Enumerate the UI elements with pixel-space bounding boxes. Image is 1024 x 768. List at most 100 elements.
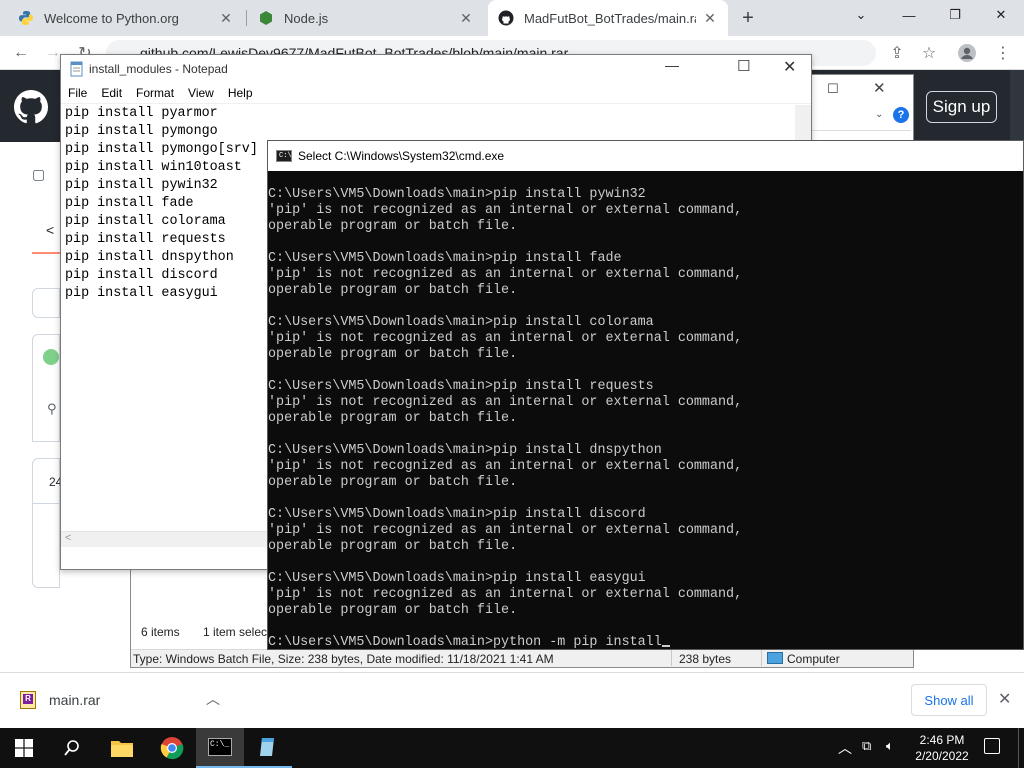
search-button[interactable] [48,728,96,768]
cmd-taskbar-icon[interactable]: C:\_ [196,728,244,768]
ribbon-expand-icon[interactable]: ⌄ [875,109,883,120]
selected-count: 1 item select [203,625,271,639]
status-divider [761,648,762,666]
text-line: pip install pymongo [65,124,218,139]
prompt: C:\Users\VM5\Downloads\main> [268,379,493,394]
explorer-status-bar: Type: Windows Batch File, Size: 238 byte… [131,648,913,667]
network-icon[interactable]: ⧉ [862,738,871,754]
volume-icon[interactable]: 🔈︎ [886,738,894,754]
tab-title: MadFutBot_BotTrades/main.rar a [524,10,696,26]
tab-search-icon[interactable]: ⌄ [838,0,884,30]
text-line: pip install win10toast [65,160,242,175]
notepad-text-area[interactable]: pip install pyarmor pip install pymongo pi… [65,105,258,303]
error-line: operable program or batch file. [268,283,518,298]
prompt: C:\Users\VM5\Downloads\main> [268,443,493,458]
tab-python[interactable]: Welcome to Python.org ✕ [8,0,244,36]
chevron-up-icon[interactable]: ︿ [206,689,220,709]
notifications-icon[interactable] [984,738,1000,754]
minimize-icon[interactable]: — [665,57,679,73]
close-icon[interactable]: ✕ [783,57,796,77]
notepad-title: install_modules - Notepad [89,62,228,76]
current-command-line: C:\Users\VM5\Downloads\main>python -m pi… [268,635,1024,649]
branch-button-fragment[interactable] [32,288,60,318]
download-file-name[interactable]: main.rar [49,692,100,708]
error-line: 'pip' is not recognized as an internal o… [268,331,743,346]
menu-file[interactable]: File [61,83,94,103]
error-line: 'pip' is not recognized as an internal o… [268,267,743,282]
menu-help[interactable]: Help [221,83,260,103]
text-line: pip install pywin32 [65,178,218,193]
restore-icon[interactable]: ❐ [932,0,978,30]
clock-time: 2:46 PM [919,733,965,747]
show-desktop-button[interactable] [1018,728,1019,768]
close-tab-icon[interactable]: ✕ [218,10,234,27]
show-all-button[interactable]: Show all [911,684,987,716]
command-text: pip install fade [493,251,622,266]
share-icon[interactable]: ⇪ [886,42,908,64]
command-text: pip install requests [493,379,654,394]
text-line: pip install colorama [65,214,226,229]
close-icon[interactable]: ✕ [998,689,1011,709]
text-line: pip install requests [65,232,226,247]
new-tab-button[interactable]: + [736,6,760,30]
tab-separator [246,10,247,26]
command-line: C:\Users\VM5\Downloads\main>pip install … [268,379,1024,395]
notepad-menu-bar: File Edit Format View Help [61,83,811,103]
menu-format[interactable]: Format [129,83,181,103]
rar-file-icon: R [20,691,36,709]
nodejs-icon [260,11,272,25]
close-tab-icon[interactable]: ✕ [702,10,718,27]
download-bar: R main.rar ︿ Show all ✕ [0,672,1024,728]
command-text: pip install colorama [493,315,654,330]
explorer-title-controls: ☐ ✕ [825,75,913,105]
notepad-taskbar-icon[interactable] [244,728,292,768]
menu-view[interactable]: View [181,83,221,103]
horizontal-scrollbar[interactable]: < [61,531,269,547]
file-box-fragment: ⚲ [32,334,60,442]
text-line: pip install discord [65,268,218,283]
tab-title: Node.js [284,10,329,26]
clock[interactable]: 2:46 PM 2/20/2022 [912,732,972,764]
show-hidden-icons-icon[interactable]: ︿ [838,738,852,758]
maximize-icon[interactable]: ☐ [737,57,750,75]
error-line: 'pip' is not recognized as an internal o… [268,395,743,410]
command-line: C:\Users\VM5\Downloads\main>pip install … [268,315,1024,331]
code-icon: ▢ [32,166,46,182]
command-line: C:\Users\VM5\Downloads\main>pip install … [268,443,1024,459]
close-icon[interactable]: ✕ [873,79,886,97]
error-line: 'pip' is not recognized as an internal o… [268,459,743,474]
prompt: C:\Users\VM5\Downloads\main> [268,571,493,586]
bookmark-star-icon[interactable]: ☆ [918,42,940,64]
prompt: C:\Users\VM5\Downloads\main> [268,507,493,522]
start-button[interactable] [0,728,48,768]
scroll-left-icon[interactable]: < [65,532,71,544]
tab-nodejs[interactable]: Node.js ✕ [248,0,484,36]
search-icon [64,740,79,756]
sign-up-button[interactable]: Sign up [926,91,997,123]
console-output[interactable]: C:\Users\VM5\Downloads\main>pip install … [268,187,1024,649]
maximize-icon[interactable]: ☐ [827,81,839,97]
notepad-title-bar[interactable]: install_modules - Notepad — ☐ ✕ [61,55,811,83]
github-logo-icon[interactable] [14,90,48,124]
minimize-icon[interactable]: — [886,0,932,30]
profile-icon[interactable] [956,42,978,64]
file-explorer-taskbar-icon[interactable] [98,728,146,768]
location-label: Computer [787,652,840,666]
file-size: 238 bytes [679,652,732,666]
chrome-menu-icon[interactable]: ⋮ [992,42,1014,64]
command-text: pip install pywin32 [493,187,646,202]
close-tab-icon[interactable]: ✕ [458,10,474,27]
notepad-icon [70,61,83,77]
chrome-taskbar-icon[interactable] [148,728,196,768]
prompt: C:\Users\VM5\Downloads\main> [268,251,493,266]
help-icon[interactable]: ? [893,107,909,123]
back-icon[interactable]: ← [10,42,32,64]
tab-github-active[interactable]: MadFutBot_BotTrades/main.rar a ✕ [488,0,728,36]
command-text: pip install easygui [493,571,646,586]
cmd-title-bar[interactable]: C:\ Select C:\Windows\System32\cmd.exe [268,141,1023,171]
menu-edit[interactable]: Edit [94,83,129,103]
close-window-icon[interactable]: ✕ [978,0,1024,30]
